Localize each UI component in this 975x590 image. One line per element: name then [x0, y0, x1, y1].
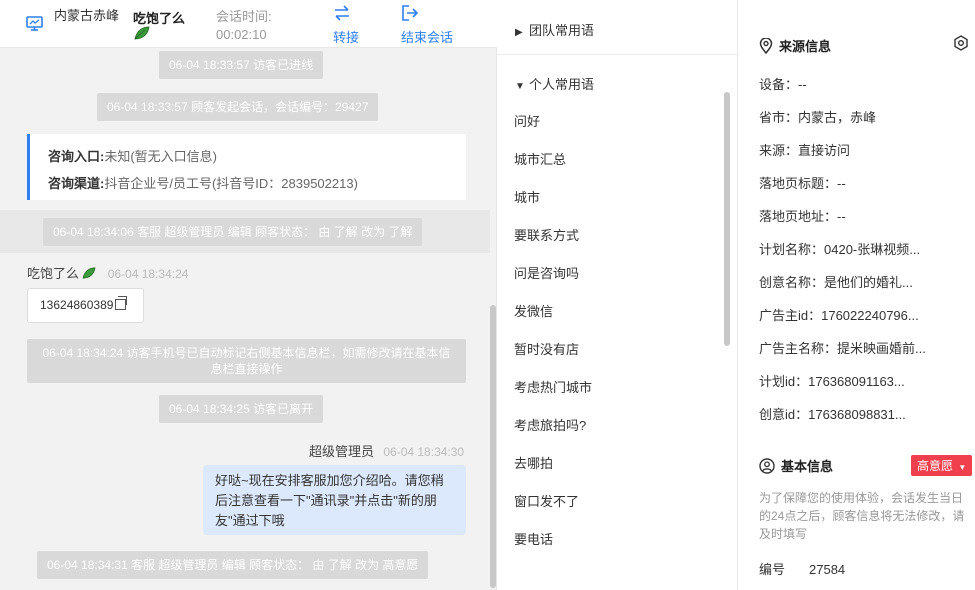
- basic-info-title: 基本信息: [759, 456, 833, 475]
- session-time-label: 会话时间:: [216, 9, 272, 24]
- personal-phrases-group[interactable]: ▼ 个人常用语: [515, 74, 594, 93]
- phrase-item[interactable]: 考虑旅拍吗?: [514, 415, 586, 434]
- phrase-item[interactable]: 去哪拍: [514, 453, 553, 472]
- info-field-advertiser-name: 广告主名称：提米映画婚前...: [759, 341, 926, 356]
- intent-status-label: 高意愿: [917, 459, 954, 473]
- consult-channel-row: 咨询渠道:抖音企业号/员工号(抖音号ID：2839502213): [48, 170, 466, 197]
- source-info-label: 来源信息: [779, 39, 832, 54]
- customer-info-panel: 来源信息 设备：-- 省市：内蒙古，赤峰 来源：直接访问 落地页标题：-- 落地…: [738, 0, 975, 590]
- chat-scrollbar[interactable]: [490, 305, 496, 588]
- exit-icon: [402, 5, 419, 21]
- caret-down-icon: ▼: [958, 463, 967, 472]
- chat-message-list[interactable]: 06-04 18:33:57 访客已进线 06-04 18:33:57 顾客发起…: [0, 48, 490, 590]
- system-message: 06-04 18:34:06 客服 超级管理员 编辑 顾客状态： 由 了解 改为…: [43, 218, 423, 246]
- divider: [497, 54, 737, 55]
- info-field-advertiser-id: 广告主id：176022240796...: [759, 308, 919, 323]
- phrase-item[interactable]: 暂时没有店: [514, 339, 579, 358]
- info-field-plan-name: 计划名称：0420-张琳视频...: [759, 242, 921, 257]
- info-field-device: 设备：--: [759, 77, 807, 92]
- consult-entry-row: 咨询入口:未知(暂无入口信息): [48, 143, 466, 170]
- phrase-item[interactable]: 窗口发不了: [514, 491, 579, 510]
- serial-row: 编号 27584: [759, 559, 845, 578]
- consult-info-card: 咨询入口:未知(暂无入口信息) 咨询渠道:抖音企业号/员工号(抖音号ID：283…: [27, 134, 466, 200]
- team-phrases-label: 团队常用语: [529, 23, 595, 38]
- consult-entry-value: 未知(暂无入口信息): [104, 149, 218, 164]
- serial-value: 27584: [809, 562, 846, 577]
- leaf-icon: [134, 26, 150, 40]
- phrase-item[interactable]: 要电话: [514, 529, 553, 548]
- copy-icon[interactable]: [115, 296, 128, 310]
- agent-message-name: 超级管理员: [309, 444, 375, 459]
- caret-right-icon: ▶: [515, 27, 523, 38]
- transfer-button[interactable]: 转接: [333, 4, 359, 46]
- system-message: 06-04 18:33:57 访客已进线: [159, 51, 324, 79]
- consult-entry-label: 咨询入口:: [48, 149, 105, 164]
- phrase-item[interactable]: 问是咨询吗: [514, 263, 579, 282]
- info-field-creative-name: 创意名称：是他们的婚礼...: [759, 275, 913, 290]
- visitor-message-name: 吃饱了么: [27, 266, 80, 281]
- agent-message-bubble: 好哒~现在安排客服加您介绍哈。请您稍后注意查看一下"通讯录"并点击"新的朋友"通…: [203, 465, 466, 535]
- transfer-icon: [335, 5, 349, 21]
- basic-info-label: 基本信息: [781, 459, 834, 474]
- agent-message-time: 06-04 18:34:30: [383, 445, 465, 459]
- intent-status-dropdown[interactable]: 高意愿 ▼: [911, 455, 973, 476]
- caret-down-icon: ▼: [515, 81, 525, 92]
- settings-icon[interactable]: [953, 35, 969, 51]
- info-field-landing-url: 落地页地址：--: [759, 209, 846, 224]
- visitor-message-meta: 吃饱了么 06-04 18:34:24: [27, 263, 188, 282]
- source-info-title: 来源信息: [759, 36, 831, 55]
- phrase-item[interactable]: 城市: [514, 187, 540, 206]
- end-session-button[interactable]: 结束会话: [401, 4, 453, 46]
- info-field-source: 来源：直接访问: [759, 143, 851, 158]
- visitor-location: 内蒙古赤峰: [54, 8, 120, 23]
- session-time-value: 00:02:10: [216, 27, 267, 42]
- user-circle-icon: [759, 458, 775, 474]
- system-message: 06-04 18:33:57 顾客发起会话，会话编号：29427: [97, 93, 379, 121]
- monitor-icon: [26, 16, 43, 31]
- end-session-label: 结束会话: [401, 30, 454, 45]
- chat-header: 内蒙古赤峰 吃饱了么 会话时间: 00:02:10 转接 结束会话: [0, 0, 497, 48]
- phrases-panel: ▶ 团队常用语 ▼ 个人常用语 问好 城市汇总 城市 要联系方式 问是咨询吗 发微信…: [497, 0, 738, 590]
- phrase-item[interactable]: 城市汇总: [514, 149, 566, 168]
- team-phrases-group[interactable]: ▶ 团队常用语: [515, 20, 594, 39]
- system-message: 06-04 18:34:31 客服 超级管理员 编辑 顾客状态： 由 了解 改为…: [37, 551, 429, 579]
- visitor-message-bubble[interactable]: 13624860389: [27, 288, 144, 323]
- info-field-landing-title: 落地页标题：--: [759, 176, 846, 191]
- phrase-item[interactable]: 考虑热门城市: [514, 377, 592, 396]
- edit-notice: 为了保障您的使用体验，会话发生当日的24点之后，顾客信息将无法修改，请及时填写: [759, 491, 965, 541]
- visitor-message-time: 06-04 18:34:24: [107, 267, 189, 281]
- info-field-province: 省市：内蒙古，赤峰: [759, 110, 877, 125]
- system-message: 06-04 18:34:24 访客手机号已自动标记右侧基本信息栏，如需修改请在基…: [27, 339, 466, 383]
- agent-message-meta: 超级管理员 06-04 18:34:30: [309, 441, 464, 460]
- phrases-scrollbar[interactable]: [724, 92, 730, 346]
- phrase-item[interactable]: 要联系方式: [514, 225, 579, 244]
- system-message: 06-04 18:34:25 访客已离开: [159, 395, 324, 423]
- serial-label: 编号: [759, 562, 786, 577]
- visitor-phone-text: 13624860389: [40, 298, 114, 312]
- phrase-item[interactable]: 问好: [514, 111, 540, 130]
- info-field-creative-id: 创意id：176368098831...: [759, 407, 906, 422]
- location-pin-icon: [759, 37, 773, 55]
- visitor-name: 吃饱了么: [133, 11, 186, 26]
- personal-phrases-label: 个人常用语: [529, 77, 595, 92]
- phrase-item[interactable]: 发微信: [514, 301, 553, 320]
- consult-channel-label: 咨询渠道:: [48, 176, 105, 191]
- info-field-plan-id: 计划id：176368091163...: [759, 374, 905, 389]
- consult-channel-value: 抖音企业号/员工号(抖音号ID：2839502213): [104, 176, 358, 191]
- chat-panel: 内蒙古赤峰 吃饱了么 会话时间: 00:02:10 转接 结束会话 06-04 …: [0, 0, 497, 590]
- leaf-icon: [82, 267, 96, 279]
- transfer-label: 转接: [333, 30, 360, 45]
